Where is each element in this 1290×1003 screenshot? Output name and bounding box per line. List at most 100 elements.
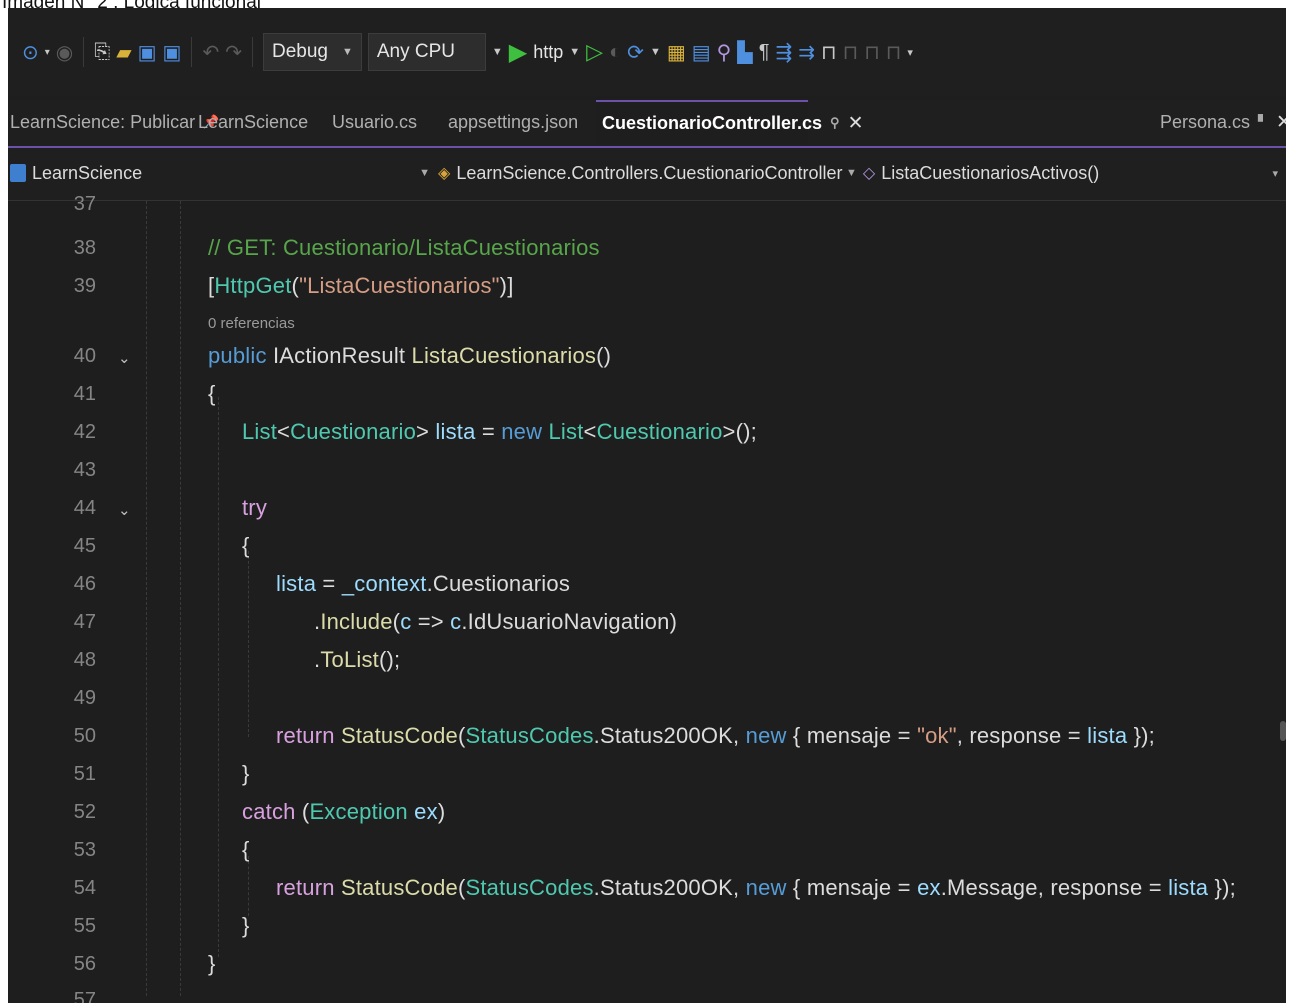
undo-icon[interactable]: ↶ — [202, 40, 219, 65]
dropdown-arrow-icon[interactable]: ▾ — [907, 46, 913, 59]
code-line-50: return StatusCode(StatusCodes.Status200O… — [276, 723, 1155, 749]
open-folder-icon[interactable]: ▰ — [116, 40, 131, 65]
code-line-41: { — [208, 381, 216, 407]
punct: ) — [669, 609, 678, 634]
method-name: Include — [320, 609, 393, 634]
keyword: public — [208, 343, 267, 368]
type: Exception — [309, 799, 408, 824]
hot-reload-icon[interactable]: ▦ — [667, 40, 686, 65]
start-without-debug-icon[interactable]: ▷ — [586, 39, 603, 65]
pin-icon[interactable]: ▘ — [1258, 114, 1268, 130]
forward-nav-icon[interactable]: ◉ — [56, 40, 73, 65]
string: "ListaCuestionarios" — [299, 273, 500, 298]
tab-learnscience[interactable]: LearnScience — [198, 100, 308, 144]
class-icon: ◈ — [438, 165, 451, 182]
punct: >(); — [722, 419, 757, 444]
brace: } — [242, 761, 250, 786]
tab-label: LearnScience — [198, 111, 309, 132]
dropdown-arrow-icon[interactable]: ▼ — [569, 46, 580, 58]
project-dropdown[interactable]: LearnScience ▼ — [10, 148, 430, 198]
member-dropdown[interactable]: ▼ ◇ ListaCuestionariosActivos() ▾ — [846, 148, 1282, 198]
line-number: 43 — [73, 459, 96, 481]
method-name: StatusCode — [340, 723, 458, 748]
toolbar: ⊙ ▾ ◉ ⎘ ▰ ▣ ▣ ↶ ↷ Debug ▼ Any CPU ▼ ▶ ht… — [8, 8, 1286, 96]
save-icon[interactable]: ▣ — [138, 40, 157, 65]
fold-chevron-icon[interactable]: ⌄ — [118, 349, 131, 367]
redo-icon[interactable]: ↷ — [225, 40, 242, 65]
dropdown-arrow-icon[interactable]: ▾ — [45, 47, 50, 58]
keyword: return — [276, 875, 335, 900]
tab-usuario[interactable]: Usuario.cs — [332, 100, 417, 144]
line-number: 49 — [73, 687, 96, 709]
bookmark-icon[interactable]: ⊓ — [821, 40, 837, 65]
variable: ex — [414, 799, 438, 824]
class-name: LearnScience.Controllers.CuestionarioCon… — [456, 162, 843, 183]
start-debug-icon[interactable]: ▶ — [509, 38, 527, 67]
operator: = — [1061, 723, 1088, 748]
toggle-icon[interactable]: ⚲ — [717, 40, 732, 65]
navigation-bar: LearnScience ▼ ◈ LearnScience.Controller… — [8, 148, 1286, 201]
close-icon[interactable]: ✕ — [848, 112, 864, 135]
bookmark-next-icon[interactable]: ⊓ — [864, 40, 880, 65]
comment-icon[interactable]: ⇶ — [775, 40, 792, 65]
line-number: 56 — [73, 953, 96, 975]
platform-dropdown[interactable]: Any CPU — [367, 33, 486, 71]
tab-label: CuestionarioController.cs — [602, 112, 823, 133]
dropdown-arrow-icon[interactable]: ▼ — [492, 46, 503, 58]
window-layout-icon[interactable]: ▤ — [692, 40, 711, 65]
line-number: 37 — [73, 193, 96, 215]
variable: lista — [1168, 875, 1209, 900]
code-editor[interactable]: 37 38 39 40 41 42 43 44 45 46 47 48 49 5… — [8, 193, 1286, 1003]
line-number: 46 — [73, 573, 96, 595]
brace: } — [208, 951, 216, 976]
class-dropdown[interactable]: ◈ LearnScience.Controllers.CuestionarioC… — [438, 148, 854, 198]
punct: , — [956, 723, 970, 748]
back-nav-icon[interactable]: ⊙ — [22, 40, 39, 65]
punct: )] — [499, 273, 514, 298]
method-name: ToList — [320, 647, 379, 672]
refresh-icon[interactable]: ⟳ — [627, 40, 644, 65]
attach-icon[interactable]: ◐ — [609, 41, 621, 64]
operator: = — [891, 723, 918, 748]
bookmark-prev-icon[interactable]: ⊓ — [843, 40, 859, 65]
tab-learnscience-publicar[interactable]: LearnScience: Publicar 📌 — [10, 100, 219, 144]
new-project-icon[interactable]: ⎘ — [94, 41, 110, 64]
punct: }); — [1208, 875, 1236, 900]
line-number: 44 — [73, 497, 96, 519]
variable: lista — [435, 419, 476, 444]
brace: { — [242, 837, 250, 862]
configuration-dropdown[interactable]: Debug ▼ — [262, 33, 362, 71]
variable: c — [400, 609, 412, 634]
tab-cuestionario-controller[interactable]: CuestionarioController.cs ⚲ ✕ — [596, 100, 864, 144]
close-icon[interactable]: ✕ — [1276, 111, 1286, 134]
bookmark-clear-icon[interactable]: ⊓ — [886, 40, 902, 65]
scrollbar-marker[interactable] — [1280, 721, 1286, 741]
find-icon[interactable]: ▙ — [737, 40, 752, 65]
punct: { — [786, 723, 807, 748]
pin-icon[interactable]: ⚲ — [830, 115, 840, 131]
brace: } — [242, 913, 250, 938]
type: Cuestionario — [596, 419, 723, 444]
tab-persona[interactable]: Persona.cs ▘ ✕ ▾ — [1160, 100, 1286, 144]
keyword: new — [745, 875, 787, 900]
dropdown-arrow-icon[interactable]: ▼ — [650, 46, 661, 58]
punct: , — [733, 875, 746, 900]
fold-chevron-icon[interactable]: ⌄ — [118, 501, 131, 519]
codelens-references[interactable]: 0 referencias — [208, 315, 295, 332]
line-number: 54 — [73, 877, 96, 899]
format-icon[interactable]: ¶ — [759, 41, 770, 64]
run-target-label[interactable]: http — [533, 42, 563, 63]
line-number: 45 — [73, 535, 96, 557]
code-line-46: lista = _context.Cuestionarios — [276, 571, 570, 597]
line-number: 38 — [73, 237, 96, 259]
property: mensaje — [806, 875, 892, 900]
punct: }); — [1127, 723, 1155, 748]
tab-appsettings[interactable]: appsettings.json — [448, 100, 578, 144]
attribute: HttpGet — [214, 273, 292, 298]
variable: c — [450, 609, 462, 634]
punct: ( — [291, 273, 300, 298]
line-number: 39 — [73, 275, 96, 297]
uncomment-icon[interactable]: ⇉ — [798, 40, 815, 65]
punct: { — [786, 875, 807, 900]
save-all-icon[interactable]: ▣ — [163, 40, 182, 65]
